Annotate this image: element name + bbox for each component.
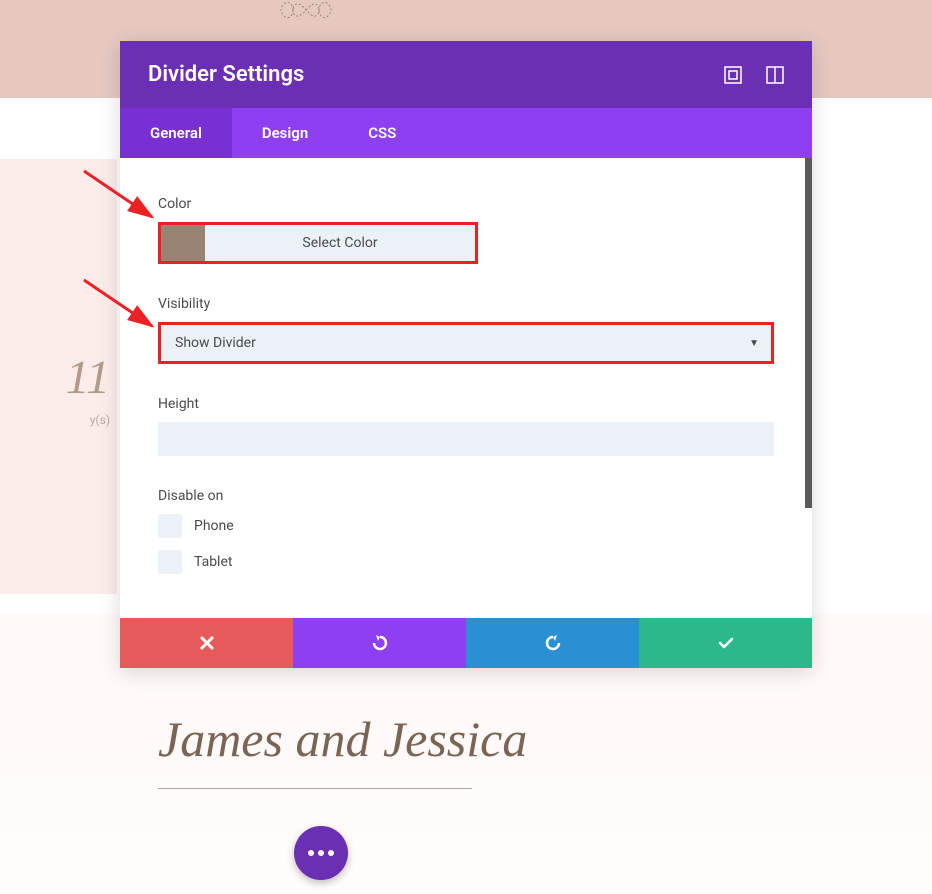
disable-tablet-row: Tablet [158, 550, 774, 574]
visibility-value: Show Divider [175, 335, 256, 351]
disable-phone-checkbox[interactable] [158, 514, 182, 538]
ellipsis-icon [308, 850, 334, 856]
disable-phone-row: Phone [158, 514, 774, 538]
close-icon [199, 635, 215, 651]
annotation-arrow-visibility [76, 276, 162, 336]
modal-tabs: General Design CSS [120, 108, 812, 158]
infinity-logo-icon [280, 0, 332, 23]
redo-icon [544, 634, 562, 652]
select-color-button[interactable]: Select Color [205, 225, 475, 261]
disable-label: Disable on [158, 488, 774, 504]
modal-title: Divider Settings [148, 62, 304, 87]
check-icon [717, 634, 735, 652]
field-visibility: Visibility Show Divider ▼ [158, 296, 774, 364]
modal-footer [120, 618, 812, 668]
undo-icon [371, 634, 389, 652]
countdown-separator: : [96, 374, 100, 395]
modal-header-actions [724, 66, 784, 84]
save-button[interactable] [639, 618, 812, 668]
disable-tablet-label: Tablet [194, 554, 232, 570]
modal-header: Divider Settings [120, 41, 812, 108]
modal-body: Color Select Color Visibility Show Divid… [120, 158, 812, 618]
field-height: Height [158, 396, 774, 456]
color-picker[interactable]: Select Color [158, 222, 478, 264]
page-heading: James and Jessica [158, 710, 527, 768]
color-label: Color [158, 196, 774, 212]
visibility-select[interactable]: Show Divider ▼ [158, 322, 774, 364]
disable-phone-label: Phone [194, 518, 234, 534]
annotation-arrow-color [76, 167, 162, 227]
redo-button[interactable] [466, 618, 639, 668]
cancel-button[interactable] [120, 618, 293, 668]
field-disable-on: Disable on Phone Tablet [158, 488, 774, 574]
countdown-unit: y(s) [0, 413, 110, 427]
chevron-down-icon: ▼ [749, 338, 759, 349]
tab-css[interactable]: CSS [338, 108, 426, 158]
visibility-label: Visibility [158, 296, 774, 312]
page-options-fab[interactable] [294, 826, 348, 880]
heading-divider [158, 788, 472, 789]
disable-tablet-checkbox[interactable] [158, 550, 182, 574]
height-input[interactable] [158, 422, 774, 456]
tab-design[interactable]: Design [232, 108, 338, 158]
countdown-widget: 11 : y(s) [0, 350, 110, 427]
undo-button[interactable] [293, 618, 466, 668]
color-swatch[interactable] [161, 225, 205, 261]
tab-general[interactable]: General [120, 108, 232, 158]
snap-icon[interactable] [766, 66, 784, 84]
settings-modal: Divider Settings General Design CSS Colo… [120, 41, 812, 668]
scrollbar[interactable] [805, 158, 812, 508]
field-color: Color Select Color [158, 196, 774, 264]
countdown-number: 11 [0, 350, 110, 405]
height-label: Height [158, 396, 774, 412]
expand-icon[interactable] [724, 66, 742, 84]
